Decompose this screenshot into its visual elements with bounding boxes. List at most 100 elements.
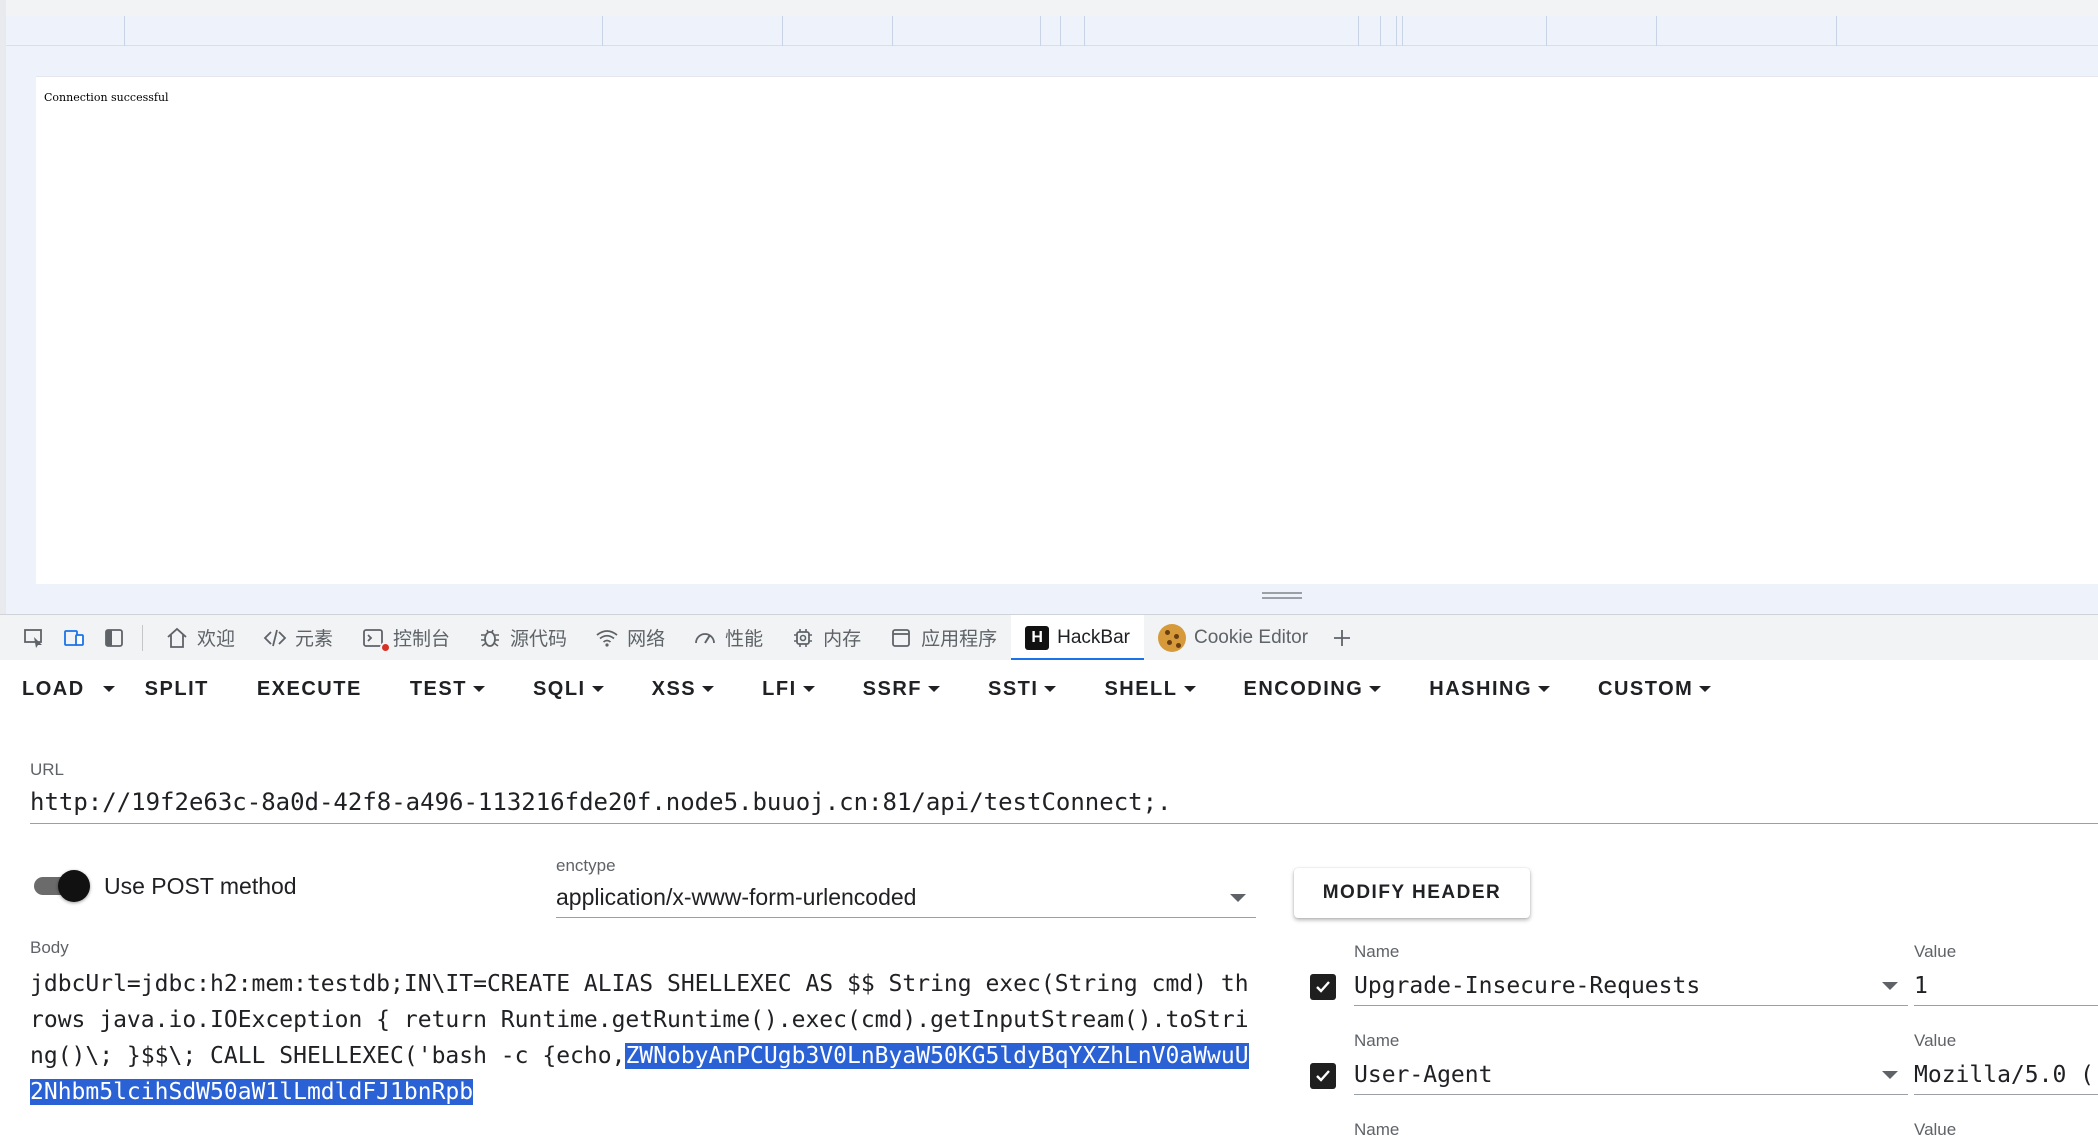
load-button[interactable]: LOAD: [22, 678, 103, 701]
devtools-tab-bar: 欢迎 元素 控制台 源代码 网络 性能 内存 应用程序 H HackBar Co…: [0, 614, 2098, 661]
chevron-down-icon: [1230, 893, 1246, 902]
gauge-icon: [695, 632, 715, 644]
check-icon: [1316, 981, 1330, 993]
header-row: Name Value: [1306, 1120, 2098, 1147]
header-name-input[interactable]: Upgrade-Insecure-Requests: [1354, 966, 1908, 1006]
enctype-value: application/x-www-form-urlencoded: [556, 884, 917, 910]
chevron-down-icon: [1183, 686, 1196, 692]
chevron-down-icon: [702, 686, 715, 692]
hackbar-logo-icon: H: [1025, 625, 1050, 650]
header-value-label: Value: [1914, 942, 1957, 961]
chevron-down-icon: [472, 686, 485, 692]
chevron-down-icon: [1044, 686, 1057, 692]
post-method-toggle[interactable]: [30, 870, 90, 902]
header-name-label: Name: [1354, 1031, 1400, 1050]
chevron-down-icon: [1538, 686, 1551, 692]
header-value-label: Value: [1914, 1031, 1957, 1050]
chevron-down-icon: [1699, 686, 1712, 692]
header-row: Name Upgrade-Insecure-Requests Value 1: [1306, 942, 2098, 1022]
tab-elements[interactable]: 元素: [249, 615, 347, 661]
tab-label: Cookie Editor: [1193, 626, 1309, 648]
header-value-input[interactable]: Mozilla/5.0 (: [1914, 1055, 2098, 1095]
tab-label: HackBar: [1057, 626, 1130, 648]
error-badge: [380, 641, 392, 653]
bug-icon: [481, 629, 500, 647]
device-toolbar-strip: [0, 0, 2098, 16]
tab-performance[interactable]: 性能: [679, 615, 777, 661]
hackbar-panel: LOAD SPLIT EXECUTE TEST SQLI XSS LFI SSR…: [0, 660, 2098, 1147]
tab-label: 性能: [725, 629, 764, 650]
tab-label: 网络: [627, 629, 666, 650]
tab-sources[interactable]: 源代码: [464, 615, 581, 661]
device-viewport-area: Connection successful: [6, 76, 2098, 614]
tab-label: 应用程序: [921, 629, 998, 650]
inspect-element-icon[interactable]: [14, 618, 54, 658]
url-label: URL: [30, 760, 65, 779]
tab-cookie-editor[interactable]: Cookie Editor: [1144, 615, 1322, 661]
tab-welcome[interactable]: 欢迎: [151, 615, 249, 661]
encoding-menu[interactable]: ENCODING: [1244, 678, 1406, 701]
execute-button[interactable]: EXECUTE: [257, 678, 386, 701]
window-icon: [892, 628, 911, 647]
chevron-down-icon: [1369, 686, 1382, 692]
code-icon: [263, 629, 287, 646]
chevron-down-icon: [927, 686, 940, 692]
tab-label: 欢迎: [197, 629, 236, 650]
sqli-menu[interactable]: SQLI: [533, 678, 628, 701]
header-name-input[interactable]: User-Agent: [1354, 1055, 1908, 1095]
enctype-label: enctype: [556, 856, 616, 875]
dock-side-icon[interactable]: [94, 618, 134, 658]
tab-label: 内存: [823, 629, 862, 650]
chevron-down-icon: [1882, 1070, 1898, 1079]
tab-hackbar[interactable]: H HackBar: [1011, 614, 1144, 661]
tab-application[interactable]: 应用程序: [875, 615, 1011, 661]
xss-menu[interactable]: XSS: [652, 678, 739, 701]
custom-menu[interactable]: CUSTOM: [1598, 678, 1735, 701]
post-method-label: Use POST method: [104, 873, 297, 899]
chip-icon: [794, 628, 813, 647]
cookie-icon: [1157, 623, 1186, 652]
header-name-label: Name: [1354, 942, 1400, 961]
media-query-ruler: [0, 16, 2098, 46]
header-enabled-checkbox[interactable]: [1310, 1063, 1336, 1089]
body-textarea[interactable]: jdbcUrl=jdbc:h2:mem:testdb;IN\IT=CREATE …: [30, 966, 1260, 1110]
header-value-label: Value: [1914, 1120, 1957, 1139]
add-tab-icon[interactable]: [1322, 618, 1362, 658]
shell-menu[interactable]: SHELL: [1104, 678, 1219, 701]
tab-memory[interactable]: 内存: [777, 615, 875, 661]
header-value-input[interactable]: 1: [1914, 966, 2098, 1006]
ssti-menu[interactable]: SSTI: [988, 678, 1080, 701]
devtools-resize-handle[interactable]: [1262, 592, 1302, 602]
wifi-icon: [596, 629, 618, 647]
header-enabled-checkbox[interactable]: [1310, 974, 1336, 1000]
tab-label: 控制台: [393, 629, 451, 650]
tab-label: 元素: [295, 629, 334, 650]
check-icon: [1316, 1070, 1330, 1082]
home-icon: [167, 627, 187, 648]
split-button[interactable]: SPLIT: [145, 678, 233, 701]
modify-header-button[interactable]: MODIFY HEADER: [1294, 868, 1530, 918]
hashing-menu[interactable]: HASHING: [1429, 678, 1574, 701]
page-content-text: Connection successful: [44, 91, 169, 104]
test-menu[interactable]: TEST: [410, 678, 509, 701]
enctype-select[interactable]: application/x-www-form-urlencoded: [556, 878, 1256, 918]
toolbar-separator: [142, 624, 143, 651]
body-label: Body: [30, 938, 69, 957]
ssrf-menu[interactable]: SSRF: [863, 678, 964, 701]
ruler-lower-band: [0, 46, 2098, 76]
tab-label: 源代码: [510, 629, 568, 650]
url-input[interactable]: http://19f2e63c-8a0d-42f8-a496-113216fde…: [30, 788, 2098, 824]
header-row: Name User-Agent Value Mozilla/5.0 (: [1306, 1031, 2098, 1111]
device-emulation-icon[interactable]: [54, 618, 94, 658]
chevron-down-icon: [591, 686, 604, 692]
tab-network[interactable]: 网络: [581, 615, 679, 661]
page-viewport: Connection successful: [36, 76, 2098, 584]
header-name-label: Name: [1354, 1120, 1400, 1139]
hackbar-menu: LOAD SPLIT EXECUTE TEST SQLI XSS LFI SSR…: [22, 668, 1759, 710]
lfi-menu[interactable]: LFI: [762, 678, 839, 701]
chevron-down-icon: [102, 686, 115, 692]
chevron-down-icon: [802, 686, 815, 692]
chevron-down-icon: [1882, 981, 1898, 990]
tab-console[interactable]: 控制台: [347, 615, 464, 661]
load-dropdown-button[interactable]: [102, 686, 115, 692]
